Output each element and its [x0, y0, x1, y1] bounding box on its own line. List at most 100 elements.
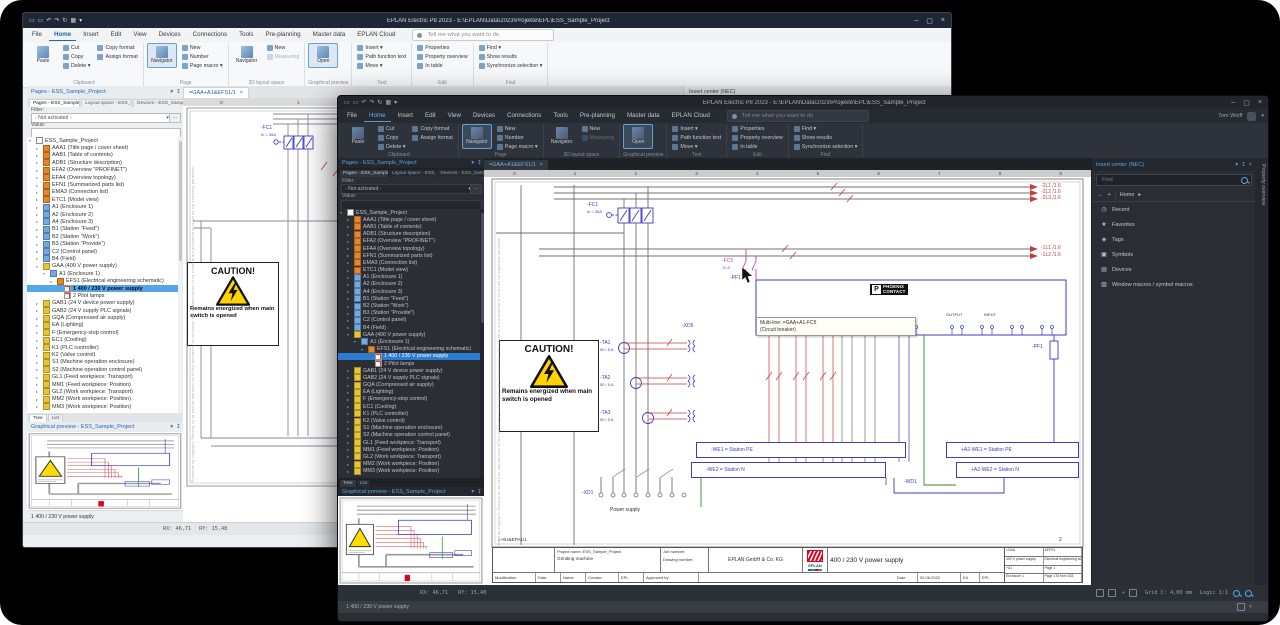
tree-item-gab2-24-v-supply-plc-signals[interactable]: ▸GAB2 (24 V supply PLC signals) — [338, 374, 480, 381]
tree-expander-icon[interactable]: ▸ — [347, 433, 352, 438]
restore-button[interactable]: ▢ — [1243, 99, 1250, 107]
tree-item-b1-station-feed[interactable]: ▸B1 (Station "Feed") — [27, 226, 179, 233]
tree-item-ec1-cooling[interactable]: ▸EC1 (Cooling) — [27, 337, 179, 344]
ribbon-tab-eplan-cloud[interactable]: EPLAN Cloud — [667, 110, 715, 122]
tree-item-efa4-overview-topology[interactable]: ▸EFA4 (Overview topology) — [338, 245, 480, 252]
chevron-down-icon[interactable]: ▾ — [471, 489, 474, 495]
quick-access-icon[interactable]: ▭ — [353, 99, 359, 106]
pin-icon[interactable]: ↧ — [477, 489, 482, 495]
user-name[interactable]: Tom Wolff — [1218, 113, 1242, 119]
tree-expander-icon[interactable]: ▸ — [347, 275, 352, 280]
dock-tab-devices-ess-sample[interactable]: Devices - ESS_Sample_... — [133, 99, 185, 107]
tree-item-aaa1-title-page-cover-sheet[interactable]: ▸AAA1 (Title page / cover sheet) — [338, 216, 480, 223]
ribbon-button-number[interactable]: Number — [180, 53, 225, 61]
ribbon-button-new[interactable]: New — [580, 125, 617, 133]
view-tab-tree[interactable]: Tree — [340, 480, 356, 487]
restore-button[interactable]: ▢ — [926, 17, 933, 25]
tree-item-ec1-cooling[interactable]: ▸EC1 (Cooling) — [338, 403, 480, 410]
ribbon-button-insert[interactable]: Insert ▾ — [355, 44, 408, 52]
ribbon-tab-insert[interactable]: Insert — [393, 110, 418, 122]
ribbon-button-new[interactable]: New — [180, 44, 225, 52]
tree-item-b4-field[interactable]: ▸B4 (Field) — [27, 255, 179, 262]
ribbon-button-navigator[interactable]: Navigator — [232, 43, 262, 68]
close-button[interactable]: × — [941, 17, 945, 25]
ribbon-tab-edit[interactable]: Edit — [420, 110, 441, 122]
tree-expander-icon[interactable]: ▸ — [36, 404, 41, 409]
ribbon-button-assign-format[interactable]: Assign format — [410, 134, 454, 142]
tree-expander-icon[interactable]: ▸ — [36, 375, 41, 380]
tree-item-b3-station-provide[interactable]: ▸B3 (Station "Provide") — [27, 240, 179, 247]
tree-expander-icon[interactable]: ▸ — [36, 301, 41, 306]
tree-expander-icon[interactable]: ▸ — [347, 217, 352, 222]
ribbon-button-paste[interactable]: Paste — [343, 124, 373, 149]
tree-expander-icon[interactable]: ▸ — [36, 249, 41, 254]
tree-expander-icon[interactable]: ▸ — [36, 160, 41, 165]
ribbon-button-move[interactable]: Move ▾ — [670, 143, 723, 151]
tree-expander-icon[interactable]: ▸ — [347, 411, 352, 416]
tree-item-ema3-connection-list[interactable]: ▸EMA3 (Connection list) — [27, 189, 179, 196]
tree-expander-icon[interactable]: ▸ — [347, 462, 352, 467]
ribbon-button-page-macro[interactable]: Page macro ▾ — [495, 143, 540, 151]
tree-expander-icon[interactable]: ▸ — [36, 345, 41, 350]
tree-item-ess-sample-project[interactable]: ▾ESS_Sample_Project — [338, 209, 480, 216]
tree-expander-icon[interactable]: ▾ — [347, 332, 352, 337]
ribbon-search[interactable] — [412, 29, 554, 41]
chevron-down-icon[interactable]: ▾ — [170, 424, 173, 430]
insert-center-item-symbols[interactable]: ▣Symbols — [1092, 247, 1256, 262]
tree-item-k2-valve-control[interactable]: ▸K2 (Valve control) — [27, 351, 179, 358]
tree-item-gqa-compressed-air-supply[interactable]: ▸GQA (Compressed air supply) — [338, 382, 480, 389]
window-controls[interactable]: –▢× — [1231, 99, 1262, 107]
tree-expander-icon[interactable]: ▸ — [36, 234, 41, 239]
dock-tab-devices-ess-sample[interactable]: Devices - ESS_Sample_... — [437, 170, 486, 177]
tree-item-k1-plc-controller[interactable]: ▸K1 (PLC controller) — [27, 344, 179, 351]
insert-center-search[interactable] — [1096, 174, 1252, 186]
quick-access-icon[interactable]: ▦ — [70, 17, 76, 24]
quick-access-toolbar[interactable]: ▭▭↶↷↻▦▾ — [344, 99, 397, 106]
tree-item-gaa-400-v-power-supply[interactable]: ▾GAA (400 V power supply) — [27, 263, 179, 270]
minimize-button[interactable]: – — [1231, 99, 1235, 107]
zoom-in-icon[interactable] — [1233, 590, 1240, 597]
tree-item-efs1-electrical-engineering-schematic[interactable]: ▾EFS1 (Electrical engineering schematic) — [338, 346, 480, 353]
tree-expander-icon[interactable]: ▸ — [347, 325, 352, 330]
property-overview-side-tab[interactable]: Property overview — [1255, 158, 1267, 585]
page-nav-ref[interactable]: =+B4&EPA1/1 — [498, 538, 527, 543]
tree-expander-icon[interactable]: ▸ — [347, 397, 352, 402]
ribbon-tab-master-data[interactable]: Master data — [622, 110, 665, 122]
tree-expander-icon[interactable]: ▸ — [347, 296, 352, 301]
tree-item-mm2-work-workpiece-position[interactable]: ▸MM2 (Work workpiece: Position) — [27, 396, 179, 403]
tree-item-efs1-electrical-engineering-schematic[interactable]: ▾EFS1 (Electrical engineering schematic) — [27, 277, 179, 284]
ribbon-tab-devices[interactable]: Devices — [468, 110, 500, 122]
tree-expander-icon[interactable]: ▾ — [43, 271, 48, 276]
tree-item-mm3-work-workpiece-position[interactable]: ▸MM3 (Work workpiece: Position) — [27, 403, 179, 410]
ribbon-button-assign-format[interactable]: Assign format — [95, 53, 139, 61]
ribbon-tab-file[interactable]: File — [342, 110, 362, 122]
tree-item-ea-lighting[interactable]: ▸EA (Lighting) — [27, 322, 179, 329]
ribbon-tab-view[interactable]: View — [128, 29, 151, 41]
grid-toggle-icon[interactable] — [1108, 589, 1116, 597]
ribbon-search[interactable] — [727, 110, 869, 122]
ribbon-button-navigator[interactable]: Navigator — [147, 43, 177, 68]
tree-expander-icon[interactable]: ▸ — [347, 375, 352, 380]
tree-item-s2-machine-operation-control-panel[interactable]: ▸S2 (Machine operation control panel) — [338, 432, 480, 439]
tree-expander-icon[interactable]: ▾ — [361, 347, 366, 352]
tree-expander-icon[interactable]: ▸ — [36, 316, 41, 321]
tree-expander-icon[interactable]: ▸ — [36, 205, 41, 210]
quick-access-icon[interactable]: ▭ — [29, 17, 35, 24]
eplan-window-front[interactable]: ▭▭↶↷↻▦▾ EPLAN Electric P8 2023 - E:\EPLA… — [337, 95, 1269, 622]
tree-expander-icon[interactable]: ▸ — [347, 253, 352, 258]
insert-center-item-recent[interactable]: ◷Recent — [1092, 202, 1256, 217]
quick-access-icon[interactable]: ▦ — [385, 99, 391, 106]
quick-access-icon[interactable]: ↷ — [54, 17, 59, 24]
chevron-down-icon[interactable]: ▾ — [471, 160, 474, 166]
tree-item-a2-enclosure-2[interactable]: ▸A2 (Enclosure 2) — [338, 281, 480, 288]
tree-item-aab1-table-of-contents[interactable]: ▸AAB1 (Table of contents) — [338, 223, 480, 230]
ribbon-button-find[interactable]: Find ▾ — [792, 125, 860, 133]
view-tab-tree[interactable]: Tree — [29, 414, 47, 422]
title-bar[interactable]: ▭▭↶↷↻▦▾ EPLAN Electric P8 2023 - E:\EPLA… — [23, 13, 951, 28]
tree-item-c2-control-panel[interactable]: ▸C2 (Control panel) — [27, 248, 179, 255]
ribbon-tab-devices[interactable]: Devices — [154, 29, 186, 41]
ribbon-button-measuring[interactable]: Measuring — [580, 134, 617, 142]
tree-item-s2-machine-operation-control-panel[interactable]: ▸S2 (Machine operation control panel) — [27, 366, 179, 373]
tree-item-f-emergency-stop-control[interactable]: ▸F (Emergency-stop control) — [27, 329, 179, 336]
tree-item-gqa-compressed-air-supply[interactable]: ▸GQA (Compressed air supply) — [27, 314, 179, 321]
